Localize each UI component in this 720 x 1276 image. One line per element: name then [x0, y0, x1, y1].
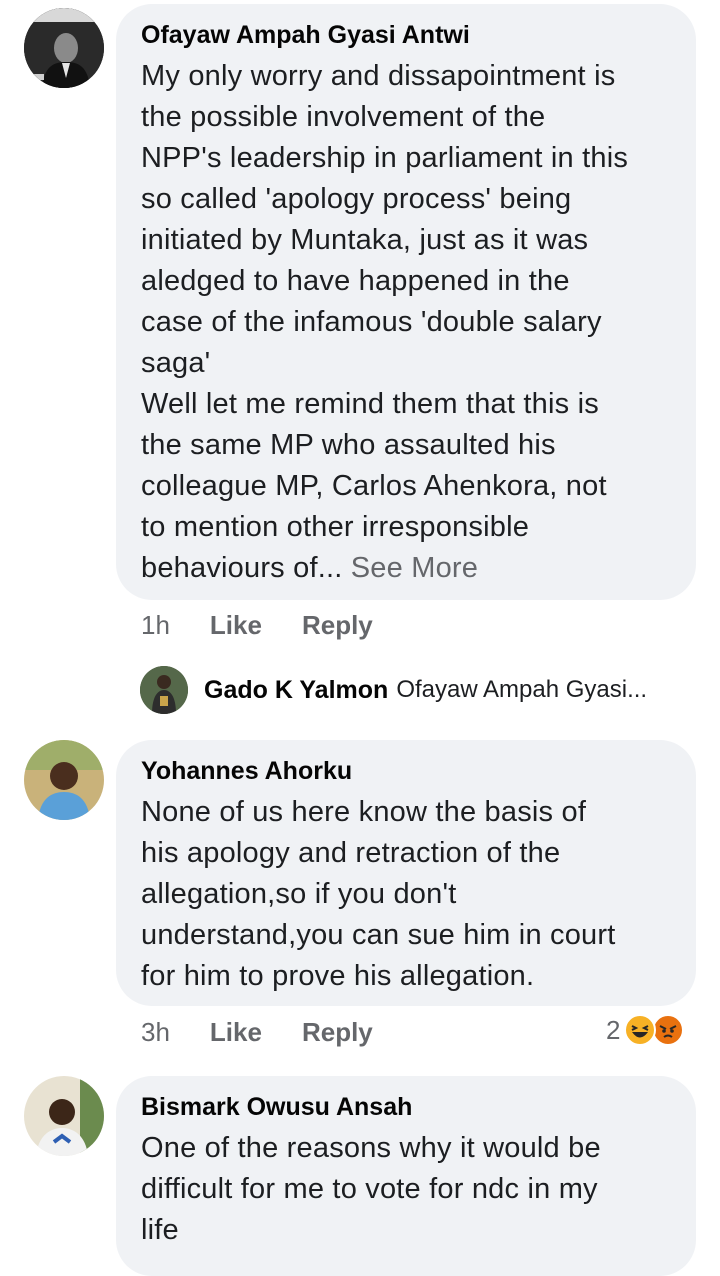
angry-face — [660, 1025, 677, 1038]
see-more-link[interactable]: See More — [351, 552, 478, 584]
haha-face — [632, 1025, 649, 1038]
comment-text: My only worry and dissapointment is the … — [141, 56, 672, 589]
comment-actions: 3h Like Reply — [141, 1017, 373, 1048]
comment-bubble: Yohannes Ahorku None of us here know the… — [116, 740, 696, 1006]
reply-profile-photo — [140, 666, 188, 714]
reply-button[interactable]: Reply — [302, 610, 373, 641]
avatar[interactable] — [24, 8, 104, 88]
reaction-count: 2 — [606, 1014, 621, 1045]
profile-photo — [24, 740, 104, 820]
comment-timestamp[interactable]: 1h — [141, 610, 170, 641]
comment-author[interactable]: Ofayaw Ampah Gyasi Antwi — [141, 20, 672, 50]
avatar[interactable] — [24, 1076, 104, 1156]
reply-button[interactable]: Reply — [302, 1017, 373, 1048]
profile-photo — [24, 8, 104, 88]
like-button[interactable]: Like — [210, 610, 262, 641]
reply-avatar — [140, 666, 188, 714]
comment-bubble: Bismark Owusu Ansah One of the reasons w… — [116, 1076, 696, 1276]
reply-preview[interactable]: Gado K Yalmon Ofayaw Ampah Gyasi... — [140, 666, 647, 714]
reply-snippet: Ofayaw Ampah Gyasi... — [396, 676, 648, 703]
reply-author[interactable]: Gado K Yalmon — [204, 676, 388, 705]
angry-reaction-icon — [652, 1014, 685, 1046]
avatar[interactable] — [24, 740, 104, 820]
comment-author[interactable]: Bismark Owusu Ansah — [141, 1092, 672, 1122]
comment-timestamp[interactable]: 3h — [141, 1017, 170, 1048]
reaction-summary[interactable]: 2 — [606, 1014, 685, 1046]
comment-text-body: My only worry and dissapointment is the … — [141, 60, 629, 584]
profile-photo — [24, 1076, 104, 1156]
comment-author[interactable]: Yohannes Ahorku — [141, 756, 672, 786]
comment-bubble: Ofayaw Ampah Gyasi Antwi My only worry a… — [116, 4, 696, 600]
comment-text: One of the reasons why it would be diffi… — [141, 1132, 601, 1246]
comment-actions: 1h Like Reply — [141, 610, 373, 641]
haha-reaction-icon — [624, 1014, 657, 1046]
like-button[interactable]: Like — [210, 1017, 262, 1048]
comment-text: None of us here know the basis of his ap… — [141, 796, 616, 992]
